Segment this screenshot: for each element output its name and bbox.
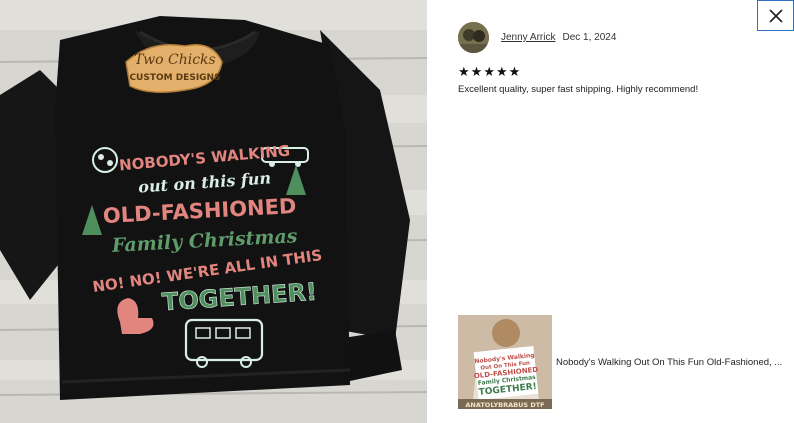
item-thumbnail[interactable]: Nobody's Walking Out On This Fun OLD-FAS…	[458, 315, 552, 409]
star-icon: ★	[483, 65, 495, 80]
star-icon: ★	[458, 65, 470, 80]
star-icon: ★	[508, 65, 521, 80]
star-icon: ★	[495, 65, 508, 80]
review-text: Excellent quality, super fast shipping. …	[458, 84, 699, 95]
close-icon	[768, 8, 783, 23]
avatar-photo	[458, 22, 489, 53]
close-button[interactable]	[757, 0, 794, 31]
reviewer-name-link[interactable]: Jenny Arrick	[501, 32, 555, 43]
review-photo: Two Chicks CUSTOM DESIGNS NOBODY'S WALKI…	[0, 0, 427, 423]
review-header: Jenny Arrick Dec 1, 2024	[458, 22, 616, 53]
reviewer-avatar[interactable]	[458, 22, 489, 53]
brand-tag-title: Two Chicks	[134, 52, 215, 68]
sweatshirt-photo: Two Chicks CUSTOM DESIGNS NOBODY'S WALKI…	[0, 0, 427, 423]
star-rating: ★ ★ ★ ★ ★	[458, 66, 520, 79]
review-photo-modal: Two Chicks CUSTOM DESIGNS NOBODY'S WALKI…	[0, 0, 794, 423]
thumb-caption: ANATOLYBRABUS DTF	[465, 401, 544, 409]
star-icon: ★	[470, 65, 483, 80]
item-thumbnail-image: Nobody's Walking Out On This Fun OLD-FAS…	[458, 315, 552, 409]
item-title[interactable]: Nobody's Walking Out On This Fun Old-Fas…	[556, 357, 794, 368]
reviewed-item-link[interactable]: Nobody's Walking Out On This Fun OLD-FAS…	[458, 315, 794, 409]
review-date: Dec 1, 2024	[562, 32, 617, 43]
brand-tag-subtitle: CUSTOM DESIGNS	[129, 73, 220, 83]
